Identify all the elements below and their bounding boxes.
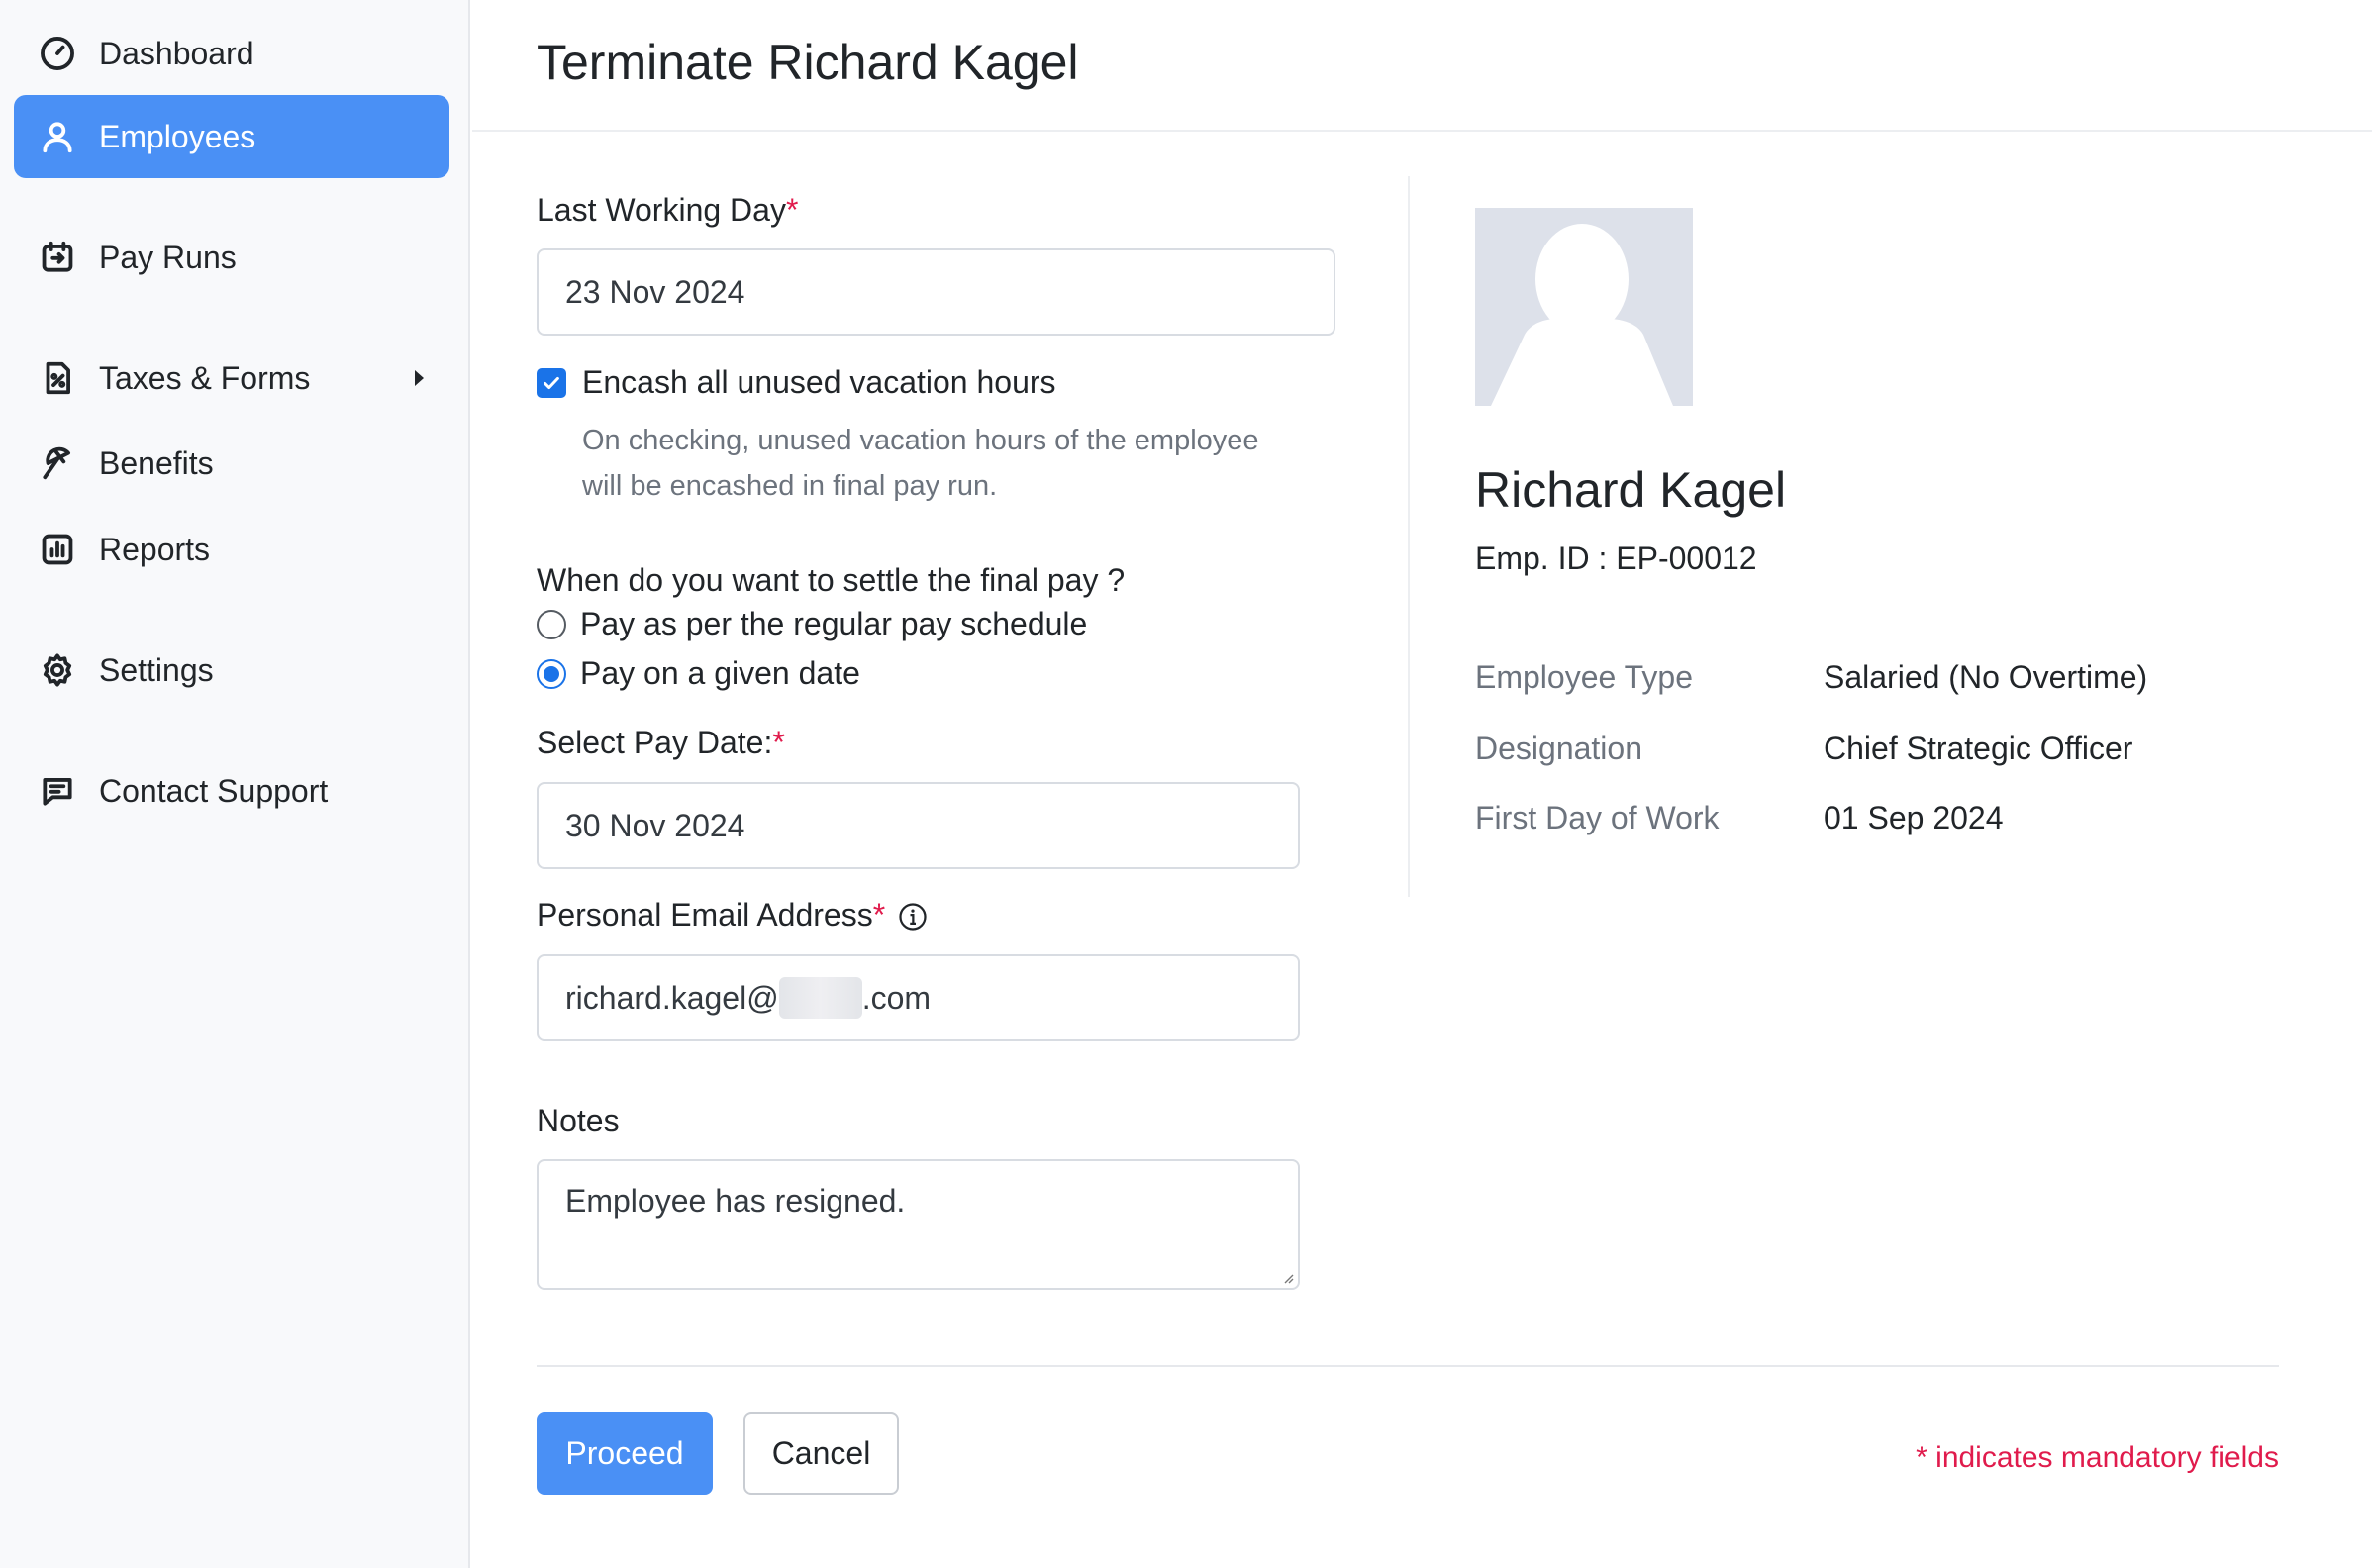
pay-runs-icon [38,238,77,277]
sidebar-item-label: Benefits [99,444,214,481]
mandatory-fields-note: * indicates mandatory fields [1916,1441,2279,1474]
required-mark: * [772,725,785,760]
avatar [1475,208,1693,406]
column-divider [1408,176,1410,897]
email-label: Personal Email Address* [537,897,886,932]
detail-key-first-day: First Day of Work [1475,800,1720,835]
info-icon[interactable] [898,902,928,931]
avatar-silhouette-icon [1491,224,1673,406]
sidebar-item-reports[interactable]: Reports [14,508,449,591]
sidebar: Dashboard Employees Pay Runs Taxes & For… [0,0,470,1568]
radio-given-date[interactable] [537,659,566,689]
detail-key-designation: Designation [1475,731,1642,766]
page-title: Terminate Richard Kagel [537,35,1079,90]
bar-chart-icon [38,530,77,569]
pay-date-label: Select Pay Date:* [537,725,785,760]
sidebar-item-employees[interactable]: Employees [14,95,449,178]
notes-textarea[interactable]: Employee has resigned. [537,1159,1300,1290]
employee-name: Richard Kagel [1475,462,1787,518]
sidebar-item-label: Pay Runs [99,239,237,275]
radio-regular-schedule-label[interactable]: Pay as per the regular pay schedule [580,606,1087,642]
proceed-button[interactable]: Proceed [537,1412,713,1495]
sidebar-item-label: Settings [99,651,214,688]
detail-key-employee-type: Employee Type [1475,659,1693,695]
sidebar-item-contact-support[interactable]: Contact Support [14,749,449,833]
chat-icon [38,771,77,811]
page-header: Terminate Richard Kagel [472,0,2372,132]
radio-regular-schedule[interactable] [537,610,566,639]
last-working-day-label: Last Working Day* [537,192,799,228]
encash-label[interactable]: Encash all unused vacation hours [582,364,1056,401]
sidebar-item-dashboard[interactable]: Dashboard [14,12,449,95]
radio-given-date-label[interactable]: Pay on a given date [580,655,860,692]
user-icon [38,117,77,156]
tax-percent-icon [38,358,77,398]
footer-divider [537,1365,2279,1367]
gear-icon [38,650,77,690]
pay-date-input[interactable]: 30 Nov 2024 [537,782,1300,869]
detail-value-designation: Chief Strategic Officer [1824,731,2133,766]
sidebar-item-label: Dashboard [99,35,254,71]
umbrella-icon [38,443,77,483]
resize-handle-icon[interactable] [1280,1270,1294,1284]
caret-right-icon [415,370,424,386]
encash-checkbox[interactable] [537,368,566,398]
sidebar-item-label: Contact Support [99,772,329,809]
detail-value-employee-type: Salaried (No Overtime) [1824,659,2148,695]
required-mark: * [872,897,886,932]
sidebar-item-label: Employees [99,118,256,154]
sidebar-item-benefits[interactable]: Benefits [14,422,449,505]
notes-label: Notes [537,1103,620,1138]
email-input[interactable]: richard.kagel@ .com [537,954,1300,1041]
sidebar-item-taxes-forms[interactable]: Taxes & Forms [14,337,449,420]
cancel-button[interactable]: Cancel [743,1412,899,1495]
detail-value-first-day: 01 Sep 2024 [1824,800,2004,835]
last-working-day-input[interactable]: 23 Nov 2024 [537,248,1335,336]
dashboard-gauge-icon [38,34,77,73]
sidebar-item-label: Taxes & Forms [99,359,311,396]
sidebar-item-settings[interactable]: Settings [14,629,449,712]
sidebar-item-pay-runs[interactable]: Pay Runs [14,216,449,299]
encash-help-text: On checking, unused vacation hours of th… [582,425,1259,502]
settle-question: When do you want to settle the final pay… [537,562,1126,598]
employee-id: Emp. ID : EP-00012 [1475,540,1757,576]
checkmark-icon [544,376,559,390]
redacted-text [778,977,862,1019]
sidebar-item-label: Reports [99,531,211,567]
required-mark: * [785,192,799,228]
